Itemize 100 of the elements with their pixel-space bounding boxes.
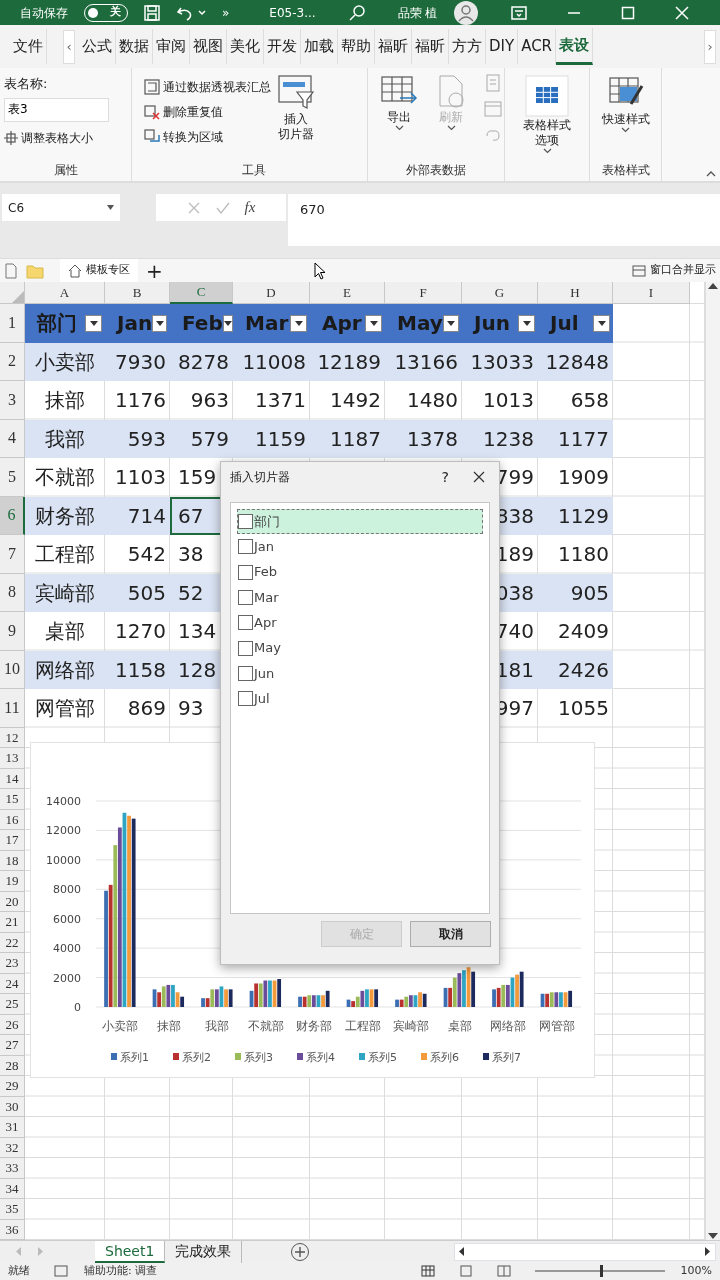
field-list-item[interactable]: Jun <box>237 660 483 687</box>
row-header[interactable]: 12 <box>0 727 25 748</box>
scroll-right-icon[interactable] <box>705 1247 711 1256</box>
row-header[interactable]: 21 <box>0 912 25 933</box>
ribbon-tab[interactable]: 公式 <box>79 29 116 64</box>
field-list-item[interactable]: Apr <box>237 610 483 636</box>
row-header[interactable]: 3 <box>0 381 25 420</box>
sheet-tab[interactable]: Sheet1 <box>95 1240 166 1263</box>
page-layout-icon[interactable] <box>458 1265 473 1277</box>
horizontal-scrollbar[interactable] <box>454 1242 716 1261</box>
checkbox[interactable] <box>238 539 253 555</box>
row-header[interactable]: 33 <box>0 1158 25 1179</box>
ribbon-tab[interactable]: 福昕 <box>375 29 412 64</box>
ribbon-button[interactable]: 快速样式 <box>601 74 650 161</box>
zoom-slider[interactable] <box>599 1265 603 1277</box>
caret-icon[interactable] <box>542 148 552 154</box>
row-header[interactable]: 10 <box>0 650 25 689</box>
search-icon[interactable] <box>347 3 366 22</box>
checkbox[interactable] <box>238 564 253 580</box>
overflow-button[interactable]: » <box>222 3 230 22</box>
row-header[interactable]: 29 <box>0 1076 25 1097</box>
row-header[interactable]: 34 <box>0 1178 25 1199</box>
row-header[interactable]: 35 <box>0 1199 25 1220</box>
filter-button[interactable] <box>152 314 167 332</box>
ribbon-tab[interactable]: 加载 <box>301 29 338 64</box>
ribbon-tab[interactable]: 文件 <box>10 29 47 64</box>
page-break-icon[interactable] <box>496 1265 511 1277</box>
avatar-icon[interactable] <box>453 0 480 25</box>
checkbox[interactable] <box>238 665 253 681</box>
filter-button[interactable] <box>222 314 233 332</box>
row-header[interactable]: 1 <box>0 304 25 343</box>
ribbon-tab[interactable]: 审阅 <box>153 29 190 64</box>
ribbon-tab[interactable]: 视图 <box>190 29 227 64</box>
checkbox[interactable] <box>238 615 253 631</box>
ribbon-tab[interactable]: 方方 <box>449 29 486 64</box>
row-header[interactable]: 22 <box>0 932 25 953</box>
name-box[interactable]: C6 <box>2 194 120 221</box>
column-header[interactable]: D <box>233 282 310 304</box>
collapse-icon[interactable] <box>706 170 716 177</box>
caret-icon[interactable] <box>107 205 114 210</box>
row-header[interactable]: 23 <box>0 953 25 974</box>
ribbon-button[interactable]: 表格样式 选项 <box>522 74 572 161</box>
checkbox[interactable] <box>238 691 253 707</box>
field-list-item[interactable]: Mar <box>237 584 483 611</box>
row-header[interactable]: 24 <box>0 973 25 994</box>
ribbon-button[interactable]: 删除重复值 <box>144 99 271 124</box>
caret-icon[interactable] <box>394 125 404 131</box>
row-header[interactable]: 15 <box>0 789 25 810</box>
ribbon-tab[interactable]: DIY <box>486 29 519 64</box>
ribbon-tab[interactable]: 开发 <box>264 29 301 64</box>
close-icon[interactable] <box>473 471 485 483</box>
column-header[interactable]: I <box>613 282 690 304</box>
row-header[interactable]: 14 <box>0 768 25 789</box>
row-header[interactable]: 17 <box>0 830 25 851</box>
ribbon-button[interactable]: 插入 切片器 <box>277 74 315 161</box>
add-tab-button[interactable]: + <box>138 260 171 281</box>
row-header[interactable]: 30 <box>0 1096 25 1117</box>
row-header[interactable]: 28 <box>0 1055 25 1076</box>
normal-view-icon[interactable] <box>420 1265 435 1277</box>
row-header[interactable]: 31 <box>0 1117 25 1138</box>
row-header[interactable]: 2 <box>0 342 25 381</box>
home-tab[interactable]: 模板专区 <box>60 259 138 282</box>
accessibility-status[interactable]: 辅助功能: 调查 <box>84 1262 158 1280</box>
field-list-item[interactable]: Jan <box>237 534 483 560</box>
field-list-item[interactable]: May <box>237 635 483 661</box>
row-header[interactable]: 4 <box>0 419 25 458</box>
ribbon-button[interactable]: 导出 <box>380 74 418 161</box>
ribbon-button[interactable]: 转换为区域 <box>144 124 271 149</box>
filter-button[interactable] <box>593 314 610 332</box>
resize-table-button[interactable]: 调整表格大小 <box>4 125 127 151</box>
row-header[interactable]: 32 <box>0 1137 25 1158</box>
scroll-left-icon[interactable] <box>459 1247 465 1256</box>
scroll-right-button[interactable]: › <box>704 29 716 64</box>
row-header[interactable]: 26 <box>0 1014 25 1035</box>
row-header[interactable]: 36 <box>0 1219 25 1240</box>
merge-windows-button[interactable]: 窗口合并显示 <box>632 262 716 279</box>
filter-button[interactable] <box>85 314 102 332</box>
maximize-icon[interactable] <box>621 5 636 20</box>
new-file-icon[interactable] <box>4 262 18 279</box>
save-icon[interactable] <box>144 4 160 21</box>
ribbon-tab[interactable]: ACR <box>518 29 557 64</box>
table-name-field[interactable]: 表3 <box>4 97 109 122</box>
vertical-scrollbar[interactable] <box>705 282 720 1240</box>
caret-icon[interactable] <box>621 127 630 133</box>
field-list-item[interactable]: 部门 <box>237 509 483 535</box>
ribbon-display-icon[interactable] <box>511 5 528 20</box>
checkbox[interactable] <box>238 514 253 530</box>
row-header[interactable]: 20 <box>0 891 25 912</box>
zoom-level[interactable]: 100% <box>680 1262 712 1280</box>
row-header[interactable]: 13 <box>0 748 25 769</box>
insert-function-button[interactable]: fx <box>244 196 256 219</box>
filter-button[interactable] <box>442 314 459 332</box>
field-list-item[interactable]: Feb <box>237 559 483 585</box>
row-header[interactable]: 16 <box>0 809 25 830</box>
column-header[interactable]: A <box>25 282 105 304</box>
formula-field[interactable]: 670 <box>288 194 720 246</box>
ribbon-tab[interactable]: 表设 <box>556 27 594 66</box>
filter-button[interactable] <box>518 314 535 332</box>
ribbon-tab[interactable]: 数据 <box>116 29 153 64</box>
row-header[interactable]: 18 <box>0 850 25 871</box>
